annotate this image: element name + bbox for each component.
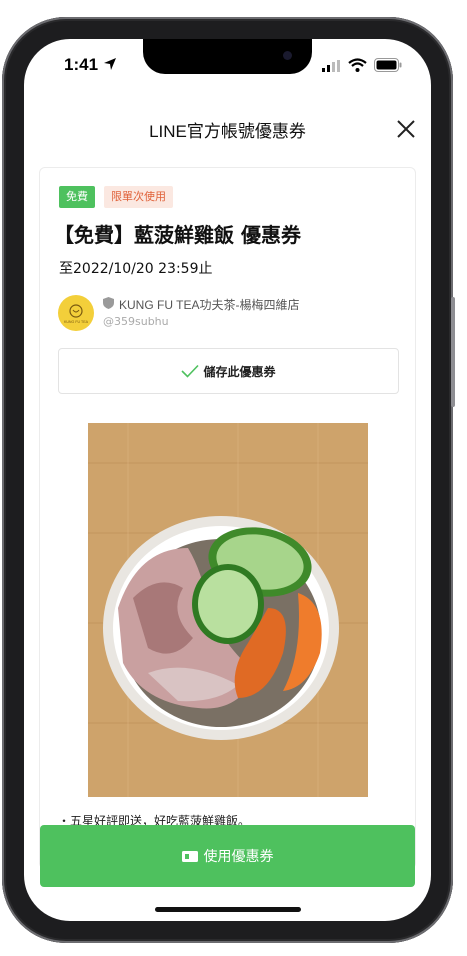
save-coupon-label: 儲存此優惠券 [203,364,276,379]
checkmark-icon [181,364,200,378]
home-indicator[interactable] [155,907,301,912]
close-icon[interactable] [396,119,416,139]
wifi-icon [348,58,367,72]
location-arrow-icon [104,58,116,70]
page-title: LINE官方帳號優惠券 [149,122,306,141]
shop-avatar[interactable]: KUNG FU TEA [58,295,94,331]
single-use-badge: 限單次使用 [104,186,173,208]
free-badge: 免費 [59,186,95,208]
shop-logo-text: KUNG FU TEA [64,320,89,324]
shop-name[interactable]: KUNG FU TEA功夫茶-楊梅四維店 [119,296,299,313]
coupon-food-image [88,423,368,797]
battery-icon [374,58,402,72]
save-coupon-button[interactable]: 儲存此優惠券 [58,348,399,394]
ticket-icon [181,850,198,862]
shop-id: @359subhu [103,315,169,328]
screen: 1:41 LINE官方帳號優惠券 免費 限單次使用 【免費】藍菠鮮雞飯 優惠券 … [24,39,431,921]
side-button [451,297,455,407]
cellular-signal-icon [322,60,340,72]
coupon-title: 【免費】藍菠鮮雞飯 優惠券 [54,223,301,247]
notch [143,39,312,74]
phone-frame: 1:41 LINE官方帳號優惠券 免費 限單次使用 【免費】藍菠鮮雞飯 優惠券 … [2,17,455,943]
use-coupon-button[interactable]: 使用優惠券 [40,825,415,887]
expiry-date: 至2022/10/20 23:59止 [59,261,213,277]
verified-shield-icon [103,297,114,309]
status-time: 1:41 [64,55,99,74]
shop-logo-image: KUNG FU TEA [64,304,89,324]
camera [283,51,292,60]
use-coupon-label: 使用優惠券 [203,849,274,865]
